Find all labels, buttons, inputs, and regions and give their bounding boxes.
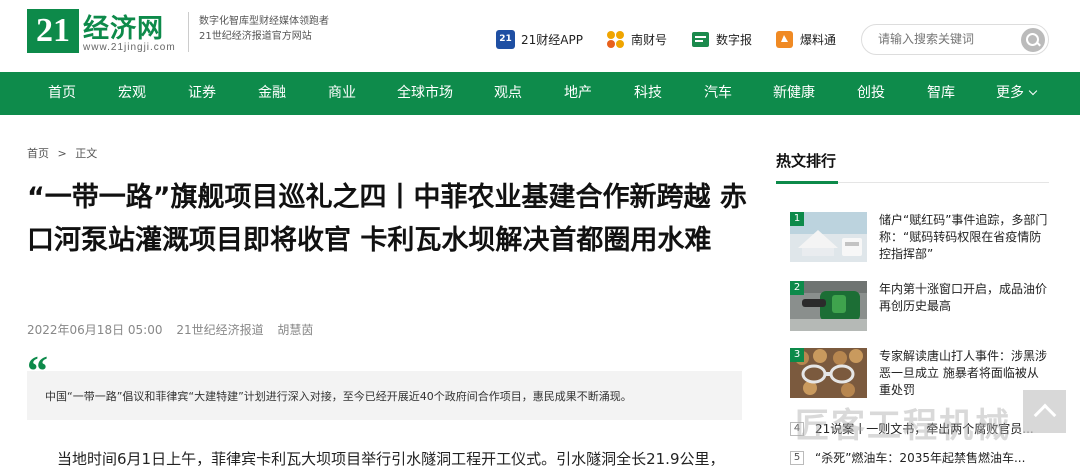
article-summary: 中国“一带一路”倡议和菲律宾“大建特建”计划进行深入对接，至今已经开展近40个政… [45,390,632,403]
header-link-digital-paper[interactable]: 数字报 [691,30,752,49]
header-link-21app[interactable]: 21 21财经APP [496,30,583,49]
search-input[interactable] [878,32,1008,46]
article-source[interactable]: 21世纪经济报道 [176,323,263,337]
quote-mark-icon: “ [27,349,48,395]
hot-item-title[interactable]: 储户“赋红码”事件追踪，多部门称：“赋码转码权限在省疫情防控指挥部” [879,212,1049,263]
hot-title-accent [776,181,838,184]
nav-item-more[interactable]: 更多 [996,72,1038,115]
nav-item-auto[interactable]: 汽车 [704,72,732,115]
nav-item-securities[interactable]: 证券 [188,72,216,115]
hot-item-rank: 2 [790,281,804,295]
site-header: 21 经济网 www.21jingji.com 数字化智库型财经媒体领跑者 21… [0,0,1080,72]
nav-item-home[interactable]: 首页 [48,72,76,115]
site-slogan: 数字化智库型财经媒体领跑者 21世纪经济报道官方网站 [199,14,329,44]
nav-item-macro[interactable]: 宏观 [118,72,146,115]
header-link-label: 21财经APP [521,33,583,47]
app-21-icon: 21 [496,30,515,49]
logo-divider [188,12,189,52]
logo-url: www.21jingji.com [83,42,176,53]
hot-item-rank: 1 [790,212,804,226]
hot-item-rank: 3 [790,348,804,362]
article-body-paragraph: 当地时间6月1日上午，菲律宾卡利瓦大坝项目举行引水隧洞工程开工仪式。引水隧洞全长… [57,450,725,468]
breadcrumb: 首页 > 正文 [27,145,97,161]
header-link-nancaihao[interactable]: 南财号 [606,30,667,49]
hot-articles-title: 热文排行 [776,152,837,170]
breadcrumb-current: 正文 [75,147,98,160]
nav-item-opinion[interactable]: 观点 [494,72,522,115]
slogan-line-2: 21世纪经济报道官方网站 [199,31,312,42]
nav-item-think-tank[interactable]: 智库 [927,72,955,115]
main-nav: 首页 宏观 证券 金融 商业 全球市场 观点 地产 科技 汽车 新健康 创投 智… [0,72,1080,115]
article-meta: 2022年06月18日 05:00 21世纪经济报道 胡慧茵 [27,321,323,338]
nav-item-tech[interactable]: 科技 [634,72,662,115]
header-link-label: 爆料通 [800,33,837,47]
watermark: 匠客工程机械 [795,406,1011,446]
search-icon[interactable] [1021,28,1045,52]
nav-item-venture[interactable]: 创投 [857,72,885,115]
hot-item-thumbnail[interactable]: 2 [790,281,867,331]
search-box [861,24,1049,55]
nav-more-label: 更多 [996,85,1024,101]
header-link-tipoff[interactable]: 爆料通 [775,30,836,49]
logo-name: 经济网 [83,14,165,44]
nav-item-finance[interactable]: 金融 [258,72,286,115]
chevron-down-icon [1028,86,1038,96]
nav-item-health[interactable]: 新健康 [773,72,815,115]
digital-paper-icon [691,30,710,49]
slogan-line-1: 数字化智库型财经媒体领跑者 [199,16,329,27]
nav-item-global-markets[interactable]: 全球市场 [397,72,453,115]
breadcrumb-home[interactable]: 首页 [27,147,49,160]
article-title: “一带一路”旗舰项目巡礼之四丨中菲农业基建合作新跨越 赤口河泵站灌溉项目即将收官… [27,182,747,256]
hot-item-title-small[interactable]: “杀死”燃油车：2035年起禁售燃油车... [815,449,1025,466]
nav-item-business[interactable]: 商业 [328,72,356,115]
article-author: 胡慧茵 [277,323,314,337]
nav-item-real-estate[interactable]: 地产 [564,72,592,115]
tip-off-icon [775,30,794,49]
header-link-label: 南财号 [631,33,668,47]
article-date: 2022年06月18日 05:00 [27,323,163,337]
hot-item-thumbnail[interactable]: 1 [790,212,867,262]
hot-item-rank-small: 5 [790,451,804,465]
header-link-label: 数字报 [716,33,753,47]
nancai-dots-icon [606,30,625,49]
logo-number: 21 [27,9,79,53]
hot-item-title[interactable]: 年内第十涨窗口开启，成品油价再创历史最高 [879,281,1049,315]
site-logo[interactable]: 21 经济网 www.21jingji.com [27,9,177,57]
back-to-top-button[interactable] [1023,390,1066,433]
hot-item-thumbnail[interactable]: 3 [790,348,867,398]
article-summary-box: 中国“一带一路”倡议和菲律宾“大建特建”计划进行深入对接，至今已经开展近40个政… [27,371,742,420]
breadcrumb-separator: > [57,147,67,160]
